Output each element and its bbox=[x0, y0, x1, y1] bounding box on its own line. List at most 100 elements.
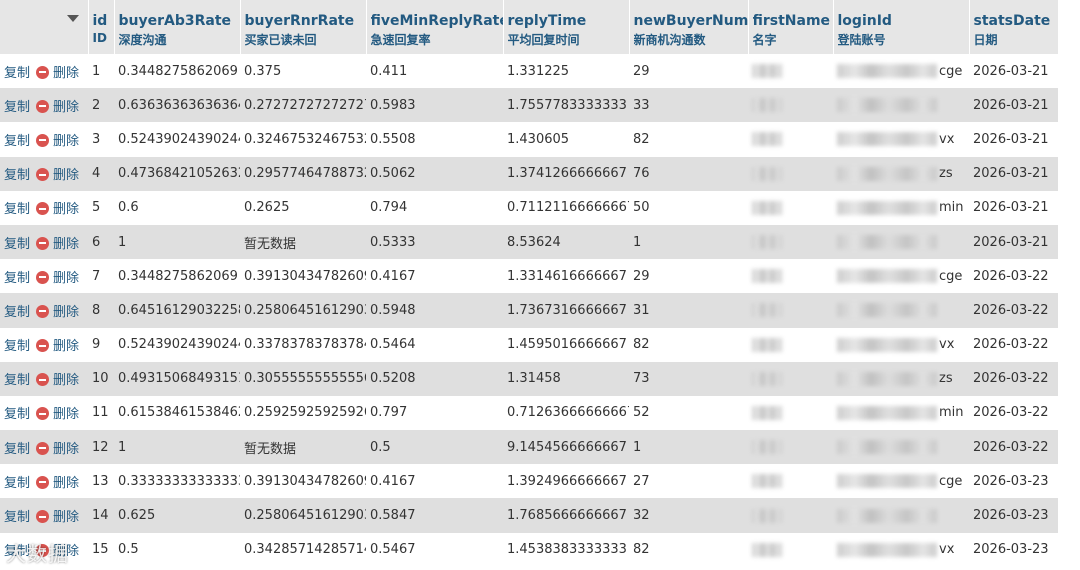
cell-fiveminreplyrate[interactable]: 0.5464 bbox=[366, 327, 503, 362]
column-header-replytime[interactable]: replyTime 平均回复时间 bbox=[503, 0, 630, 54]
table-row[interactable]: 复制 删除 2 0.63636363636364 0.27272727272727 0.5… bbox=[0, 88, 1058, 123]
column-header-statsdate[interactable]: statsDate 日期 bbox=[969, 0, 1059, 54]
copy-link[interactable]: 复制 bbox=[4, 202, 30, 217]
copy-link[interactable]: 复制 bbox=[4, 237, 30, 252]
table-row[interactable]: 复制 删除 7 0.3448275862069 0.39130434782609 0.41… bbox=[0, 259, 1058, 294]
cell-buyerab3rate[interactable]: 1 bbox=[114, 224, 240, 260]
cell-loginid[interactable]: zs bbox=[833, 156, 969, 191]
cell-id[interactable]: 9 bbox=[88, 327, 114, 362]
column-header-loginid[interactable]: loginId 登陆账号 bbox=[833, 0, 970, 54]
cell-loginid[interactable] bbox=[833, 293, 969, 328]
cell-statsdate[interactable]: 2026-03-21 bbox=[969, 54, 1058, 89]
cell-firstname[interactable] bbox=[748, 190, 833, 225]
cell-fiveminreplyrate[interactable]: 0.5467 bbox=[366, 532, 503, 567]
cell-statsdate[interactable]: 2026-03-23 bbox=[969, 498, 1058, 533]
cell-buyerab3rate[interactable]: 0.47368421052632 bbox=[114, 156, 240, 191]
column-name[interactable]: loginId bbox=[838, 13, 969, 29]
cell-firstname[interactable] bbox=[748, 122, 833, 157]
table-row[interactable]: 复制 删除 4 0.47368421052632 0.29577464788732 0.5… bbox=[0, 156, 1058, 191]
cell-firstname[interactable] bbox=[748, 395, 833, 431]
cell-loginid[interactable] bbox=[833, 498, 969, 533]
cell-loginid[interactable]: vx bbox=[833, 532, 969, 567]
delete-icon[interactable] bbox=[36, 510, 50, 524]
cell-fiveminreplyrate[interactable]: 0.5948 bbox=[366, 293, 503, 328]
cell-fiveminreplyrate[interactable]: 0.794 bbox=[366, 190, 503, 225]
delete-link[interactable]: 删除 bbox=[36, 168, 79, 183]
cell-fiveminreplyrate[interactable]: 0.5847 bbox=[366, 498, 503, 533]
delete-link[interactable]: 删除 bbox=[36, 339, 79, 354]
cell-id[interactable]: 2 bbox=[88, 88, 114, 123]
cell-id[interactable]: 3 bbox=[88, 122, 114, 157]
cell-buyerrnrrate[interactable]: 0.39130434782609 bbox=[240, 464, 366, 499]
cell-id[interactable]: 13 bbox=[88, 464, 114, 499]
column-name[interactable]: newBuyerNum bbox=[634, 13, 748, 29]
delete-label[interactable]: 删除 bbox=[53, 100, 79, 115]
cell-replytime[interactable]: 1.4538383333333 bbox=[503, 532, 629, 567]
cell-replytime[interactable]: 1.3741266666667 bbox=[503, 156, 629, 191]
delete-label[interactable]: 删除 bbox=[53, 373, 79, 388]
delete-link[interactable]: 删除 bbox=[36, 544, 79, 559]
cell-id[interactable]: 11 bbox=[88, 395, 114, 431]
delete-label[interactable]: 删除 bbox=[53, 237, 79, 252]
cell-buyerrnrrate[interactable]: 0.29577464788732 bbox=[240, 156, 366, 191]
delete-link[interactable]: 删除 bbox=[36, 270, 79, 286]
cell-replytime[interactable]: 0.71263666666667 bbox=[503, 395, 629, 431]
delete-label[interactable]: 删除 bbox=[53, 339, 79, 354]
delete-link[interactable]: 删除 bbox=[36, 304, 79, 320]
column-header-buyerrnrrate[interactable]: buyerRnrRate 买家已读未回 bbox=[240, 0, 367, 54]
delete-icon[interactable] bbox=[36, 373, 50, 387]
delete-icon[interactable] bbox=[36, 339, 50, 353]
cell-firstname[interactable] bbox=[748, 54, 833, 89]
copy-link[interactable]: 复制 bbox=[4, 271, 30, 286]
table-row[interactable]: 复制 删除 15 0.5 0.34285714285714 0.5467 1.4538383… bbox=[0, 532, 1058, 567]
table-row[interactable]: 复制 删除 14 0.625 0.25806451612903 0.5847 1.76856… bbox=[0, 498, 1058, 533]
table-row[interactable]: 复制 删除 13 0.33333333333333 0.39130434782609 0.… bbox=[0, 464, 1058, 499]
cell-statsdate[interactable]: 2026-03-21 bbox=[969, 156, 1058, 191]
cell-firstname[interactable] bbox=[748, 156, 833, 191]
cell-newbuyernum[interactable]: 27 bbox=[629, 464, 748, 499]
delete-label[interactable]: 删除 bbox=[53, 544, 79, 559]
delete-icon[interactable] bbox=[36, 544, 50, 558]
cell-buyerab3rate[interactable]: 0.49315068493151 bbox=[114, 361, 240, 396]
copy-link[interactable]: 复制 bbox=[4, 339, 30, 354]
cell-firstname[interactable] bbox=[748, 361, 833, 396]
cell-firstname[interactable] bbox=[748, 430, 833, 465]
actions-header[interactable] bbox=[0, 0, 89, 54]
cell-replytime[interactable]: 1.31458 bbox=[503, 361, 629, 396]
delete-link[interactable]: 删除 bbox=[36, 373, 79, 388]
table-row[interactable]: 复制 删除 11 0.61538461538462 0.25925925925926 0.… bbox=[0, 395, 1058, 431]
cell-buyerab3rate[interactable]: 0.3448275862069 bbox=[114, 54, 240, 89]
delete-label[interactable]: 删除 bbox=[53, 168, 79, 183]
table-row[interactable]: 复制 删除 3 0.52439024390244 0.32467532467532 0.5… bbox=[0, 122, 1058, 157]
delete-icon[interactable] bbox=[36, 99, 50, 113]
column-name[interactable]: statsDate bbox=[974, 13, 1058, 29]
cell-loginid[interactable] bbox=[833, 430, 969, 465]
cell-newbuyernum[interactable]: 1 bbox=[629, 224, 748, 260]
cell-buyerrnrrate[interactable]: 0.25925925925926 bbox=[240, 395, 366, 431]
column-header-buyerab3rate[interactable]: buyerAb3Rate 深度沟通 bbox=[114, 0, 241, 54]
cell-buyerrnrrate[interactable]: 暂无数据 bbox=[240, 224, 366, 260]
copy-link[interactable]: 复制 bbox=[4, 442, 30, 457]
delete-label[interactable]: 删除 bbox=[53, 66, 79, 81]
delete-icon[interactable] bbox=[36, 441, 50, 455]
cell-newbuyernum[interactable]: 73 bbox=[629, 361, 748, 396]
delete-link[interactable]: 删除 bbox=[36, 407, 79, 422]
cell-buyerab3rate[interactable]: 0.5 bbox=[114, 532, 240, 567]
delete-link[interactable]: 删除 bbox=[36, 65, 79, 81]
cell-replytime[interactable]: 1.430605 bbox=[503, 122, 629, 157]
cell-id[interactable]: 10 bbox=[88, 361, 114, 396]
cell-loginid[interactable]: min bbox=[833, 395, 969, 431]
column-name[interactable]: id bbox=[93, 13, 114, 29]
column-header-id[interactable]: id ID bbox=[88, 0, 115, 54]
column-name[interactable]: buyerAb3Rate bbox=[119, 13, 240, 29]
table-row[interactable]: 复制 删除 6 1 暂无数据 0.5333 8.53624 1 2026-03-21 bbox=[0, 224, 1058, 260]
cell-firstname[interactable] bbox=[748, 88, 833, 123]
cell-buyerrnrrate[interactable]: 0.30555555555556 bbox=[240, 361, 366, 396]
cell-statsdate[interactable]: 2026-03-21 bbox=[969, 88, 1058, 123]
delete-label[interactable]: 删除 bbox=[53, 442, 79, 457]
cell-buyerrnrrate[interactable]: 0.25806451612903 bbox=[240, 498, 366, 533]
delete-icon[interactable] bbox=[36, 202, 50, 216]
cell-fiveminreplyrate[interactable]: 0.5508 bbox=[366, 122, 503, 157]
cell-firstname[interactable] bbox=[748, 532, 833, 567]
cell-buyerrnrrate[interactable]: 0.32467532467532 bbox=[240, 122, 366, 157]
